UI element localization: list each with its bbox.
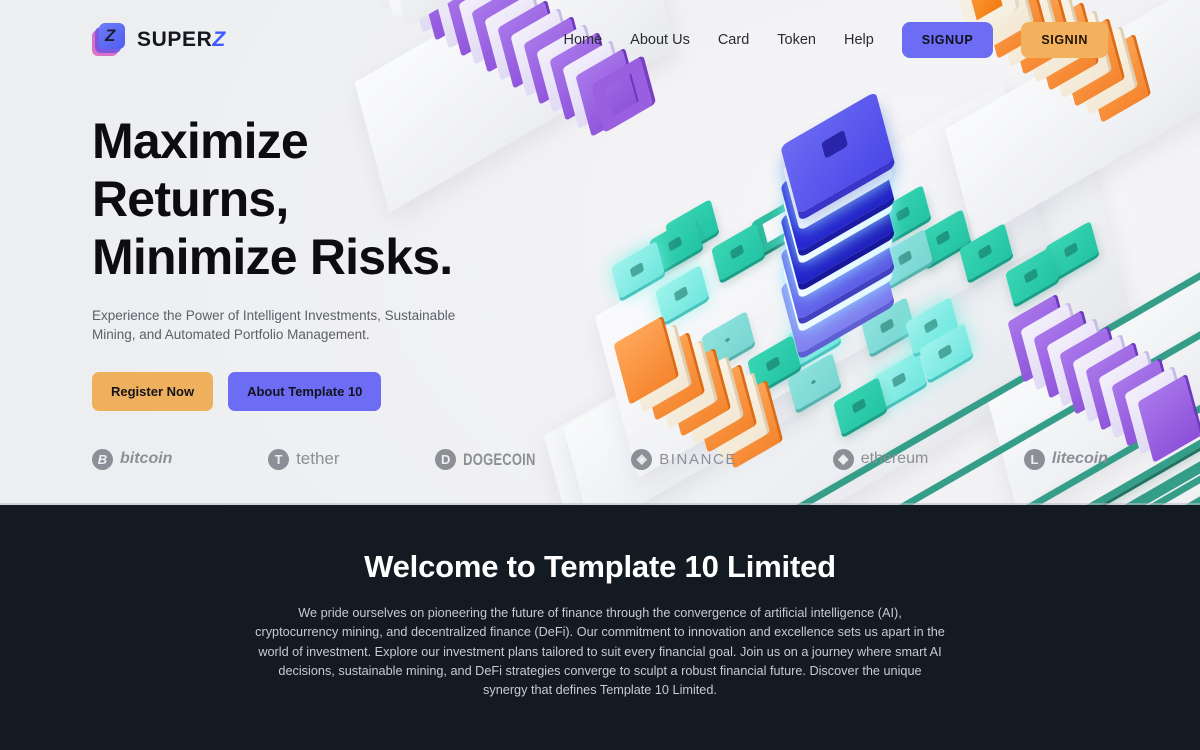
server-stack xyxy=(780,91,902,355)
platform-mid xyxy=(594,81,1046,479)
teal-tile xyxy=(1005,246,1059,306)
teal-tile xyxy=(787,308,841,368)
teal-tile xyxy=(747,334,801,394)
teal-tile xyxy=(665,198,719,258)
coin-logo-litecoin: L litecoin xyxy=(1023,448,1108,470)
signup-button[interactable]: SIGNUP xyxy=(901,22,994,58)
teal-tile xyxy=(751,196,805,256)
nav-item-card[interactable]: Card xyxy=(718,32,749,48)
teal-tile xyxy=(1045,220,1099,280)
teal-tile xyxy=(919,322,973,382)
litecoin-icon: L xyxy=(1023,448,1045,470)
coin-logo-binance: ◈ BINANCE xyxy=(631,448,738,470)
site-header: Z SUPERZ Home About Us Card Token Help S… xyxy=(0,0,1200,80)
coin-label: litecoin xyxy=(1051,450,1108,467)
brand-name: SUPERZ xyxy=(137,28,226,52)
nav-item-token[interactable]: Token xyxy=(777,32,816,48)
nav-item-help[interactable]: Help xyxy=(844,32,874,48)
superz-logo-icon: Z xyxy=(92,22,128,58)
coin-label: ethereum xyxy=(860,450,929,467)
coin-logo-tether: T tether xyxy=(268,448,340,470)
hero-heading-line-3: Minimize Risks. xyxy=(92,229,453,285)
hero-content: Maximize Returns, Minimize Risks. Experien… xyxy=(92,112,572,411)
tether-icon: T xyxy=(268,448,290,470)
hero-subheading: Experience the Power of Intelligent Inve… xyxy=(92,308,456,342)
teal-tile xyxy=(879,228,933,288)
nav-item-home[interactable]: Home xyxy=(563,32,602,48)
teal-tile xyxy=(938,12,1200,505)
landing-page: Z SUPERZ Home About Us Card Token Help S… xyxy=(0,0,1200,750)
teal-tile xyxy=(959,222,1013,282)
teal-tile xyxy=(711,222,765,282)
hero-heading: Maximize Returns, Minimize Risks. xyxy=(92,112,572,286)
welcome-title: Welcome to Template 10 Limited xyxy=(364,549,836,584)
teal-tile xyxy=(873,350,927,410)
coin-label: tether xyxy=(296,449,340,468)
hero-heading-line-2: Returns, xyxy=(92,171,289,227)
brand-name-main: SUPER xyxy=(137,28,213,51)
coin-label: DOGECOIN xyxy=(463,449,536,469)
main-navigation: Home About Us Card Token Help SIGNUP SIG… xyxy=(563,22,1200,58)
teal-tile xyxy=(701,310,755,370)
coin-logo-bitcoin: B bitcoin xyxy=(92,448,173,470)
about-template-button[interactable]: About Template 10 xyxy=(228,372,382,411)
coin-logo-dogecoin: D DOGECOIN xyxy=(435,448,536,470)
teal-tile xyxy=(877,184,931,244)
teal-tile xyxy=(649,214,703,274)
teal-tile xyxy=(905,296,959,356)
brand-name-accent: Z xyxy=(212,28,226,51)
welcome-section: Welcome to Template 10 Limited We pride … xyxy=(0,505,1200,750)
binance-icon: ◈ xyxy=(631,448,653,470)
crypto-partner-logos: B bitcoin T tether D DOGECOIN ◈ BINANCE … xyxy=(92,440,1108,478)
hero-cta-group: Register Now About Template 10 xyxy=(92,372,572,411)
register-now-button[interactable]: Register Now xyxy=(92,372,214,411)
teal-tile xyxy=(833,376,887,436)
teal-tile xyxy=(611,240,665,300)
hero-section: Z SUPERZ Home About Us Card Token Help S… xyxy=(0,0,1200,505)
teal-tile xyxy=(655,264,709,324)
coin-label: bitcoin xyxy=(120,450,173,467)
ethereum-icon: ◆ xyxy=(832,448,854,470)
coin-label: BINANCE xyxy=(659,450,738,468)
dogecoin-icon: D xyxy=(435,448,457,470)
logo-letter: Z xyxy=(105,26,116,45)
signin-button[interactable]: SIGNIN xyxy=(1021,22,1108,58)
nav-item-about-us[interactable]: About Us xyxy=(630,32,690,48)
hero-heading-line-1: Maximize xyxy=(92,113,309,169)
teal-tile xyxy=(861,296,915,356)
welcome-body: We pride ourselves on pioneering the fut… xyxy=(255,606,945,698)
brand-logo[interactable]: Z SUPERZ xyxy=(92,22,226,58)
teal-tile xyxy=(917,208,971,268)
coin-logo-ethereum: ◆ ethereum xyxy=(832,448,929,470)
bitcoin-icon: B xyxy=(92,448,113,470)
teal-tile xyxy=(787,352,841,412)
teal-tile xyxy=(802,34,1200,505)
